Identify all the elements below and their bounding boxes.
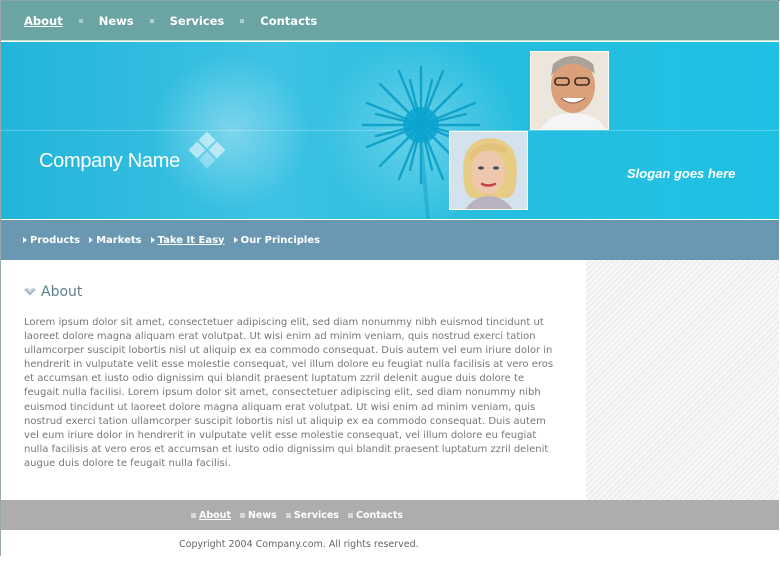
sub-nav-markets[interactable]: Markets [96,235,142,246]
sub-nav-item-markets[interactable]: Markets [89,235,142,246]
square-bullet-icon [239,512,245,518]
about-body-text: Lorem ipsum dolor sit amet, consectetuer… [24,317,554,469]
triangle-bullet-icon [89,237,94,243]
portrait-woman-photo [449,131,528,210]
sub-nav-item-take-it-easy[interactable]: Take It Easy [150,235,225,246]
heading-arrow-icon [24,287,36,296]
portrait-man-photo [530,51,609,130]
header-banner: Company Name Slogan goes here [1,42,779,219]
sub-nav-our-principles[interactable]: Our Principles [241,235,321,246]
sub-navigation: Products Markets Take It Easy Our Princi… [1,220,779,260]
sub-nav-take-it-easy[interactable]: Take It Easy [158,235,225,246]
top-nav-about[interactable]: About [24,14,63,28]
sub-nav-item-products[interactable]: Products [23,235,80,246]
nav-separator-icon [78,18,83,23]
top-navigation: About News Services Contacts [1,1,779,41]
triangle-bullet-icon [150,237,155,243]
footer-nav-item-about[interactable]: About [191,510,231,521]
footer-nav-item-contacts[interactable]: Contacts [347,510,403,521]
section-heading: About [24,284,82,300]
top-nav-contacts[interactable]: Contacts [260,14,317,28]
company-name: Company Name [39,150,180,172]
nav-separator-icon [240,18,245,23]
side-pattern-panel [586,260,779,500]
footer-nav-services[interactable]: Services [294,510,339,521]
top-nav-news[interactable]: News [99,14,134,28]
site-template: About News Services Contacts Company Nam… [0,0,780,585]
slogan: Slogan goes here [627,166,736,181]
triangle-bullet-icon [233,237,238,243]
logo-diamond-icon [188,131,226,169]
section-title: About [41,284,83,300]
main-content: About Lorem ipsum dolor sit amet, consec… [1,260,779,500]
sub-nav-item-our-principles[interactable]: Our Principles [233,235,321,246]
footer-navigation: About News Services Contacts [1,500,779,530]
nav-separator-icon [149,18,154,23]
top-nav-services[interactable]: Services [170,14,225,28]
footer-nav-news[interactable]: News [248,510,277,521]
copyright-text: Copyright 2004 Company.com. All rights r… [179,539,419,550]
square-bullet-icon [347,512,353,518]
triangle-bullet-icon [23,237,27,243]
square-bullet-icon [285,512,291,518]
footer-nav-item-services[interactable]: Services [285,510,339,521]
sub-nav-products[interactable]: Products [30,235,80,246]
footer-nav-item-news[interactable]: News [239,510,277,521]
square-bullet-icon [191,512,196,518]
footer-nav-contacts[interactable]: Contacts [356,510,403,521]
footer-nav-about[interactable]: About [199,510,231,521]
